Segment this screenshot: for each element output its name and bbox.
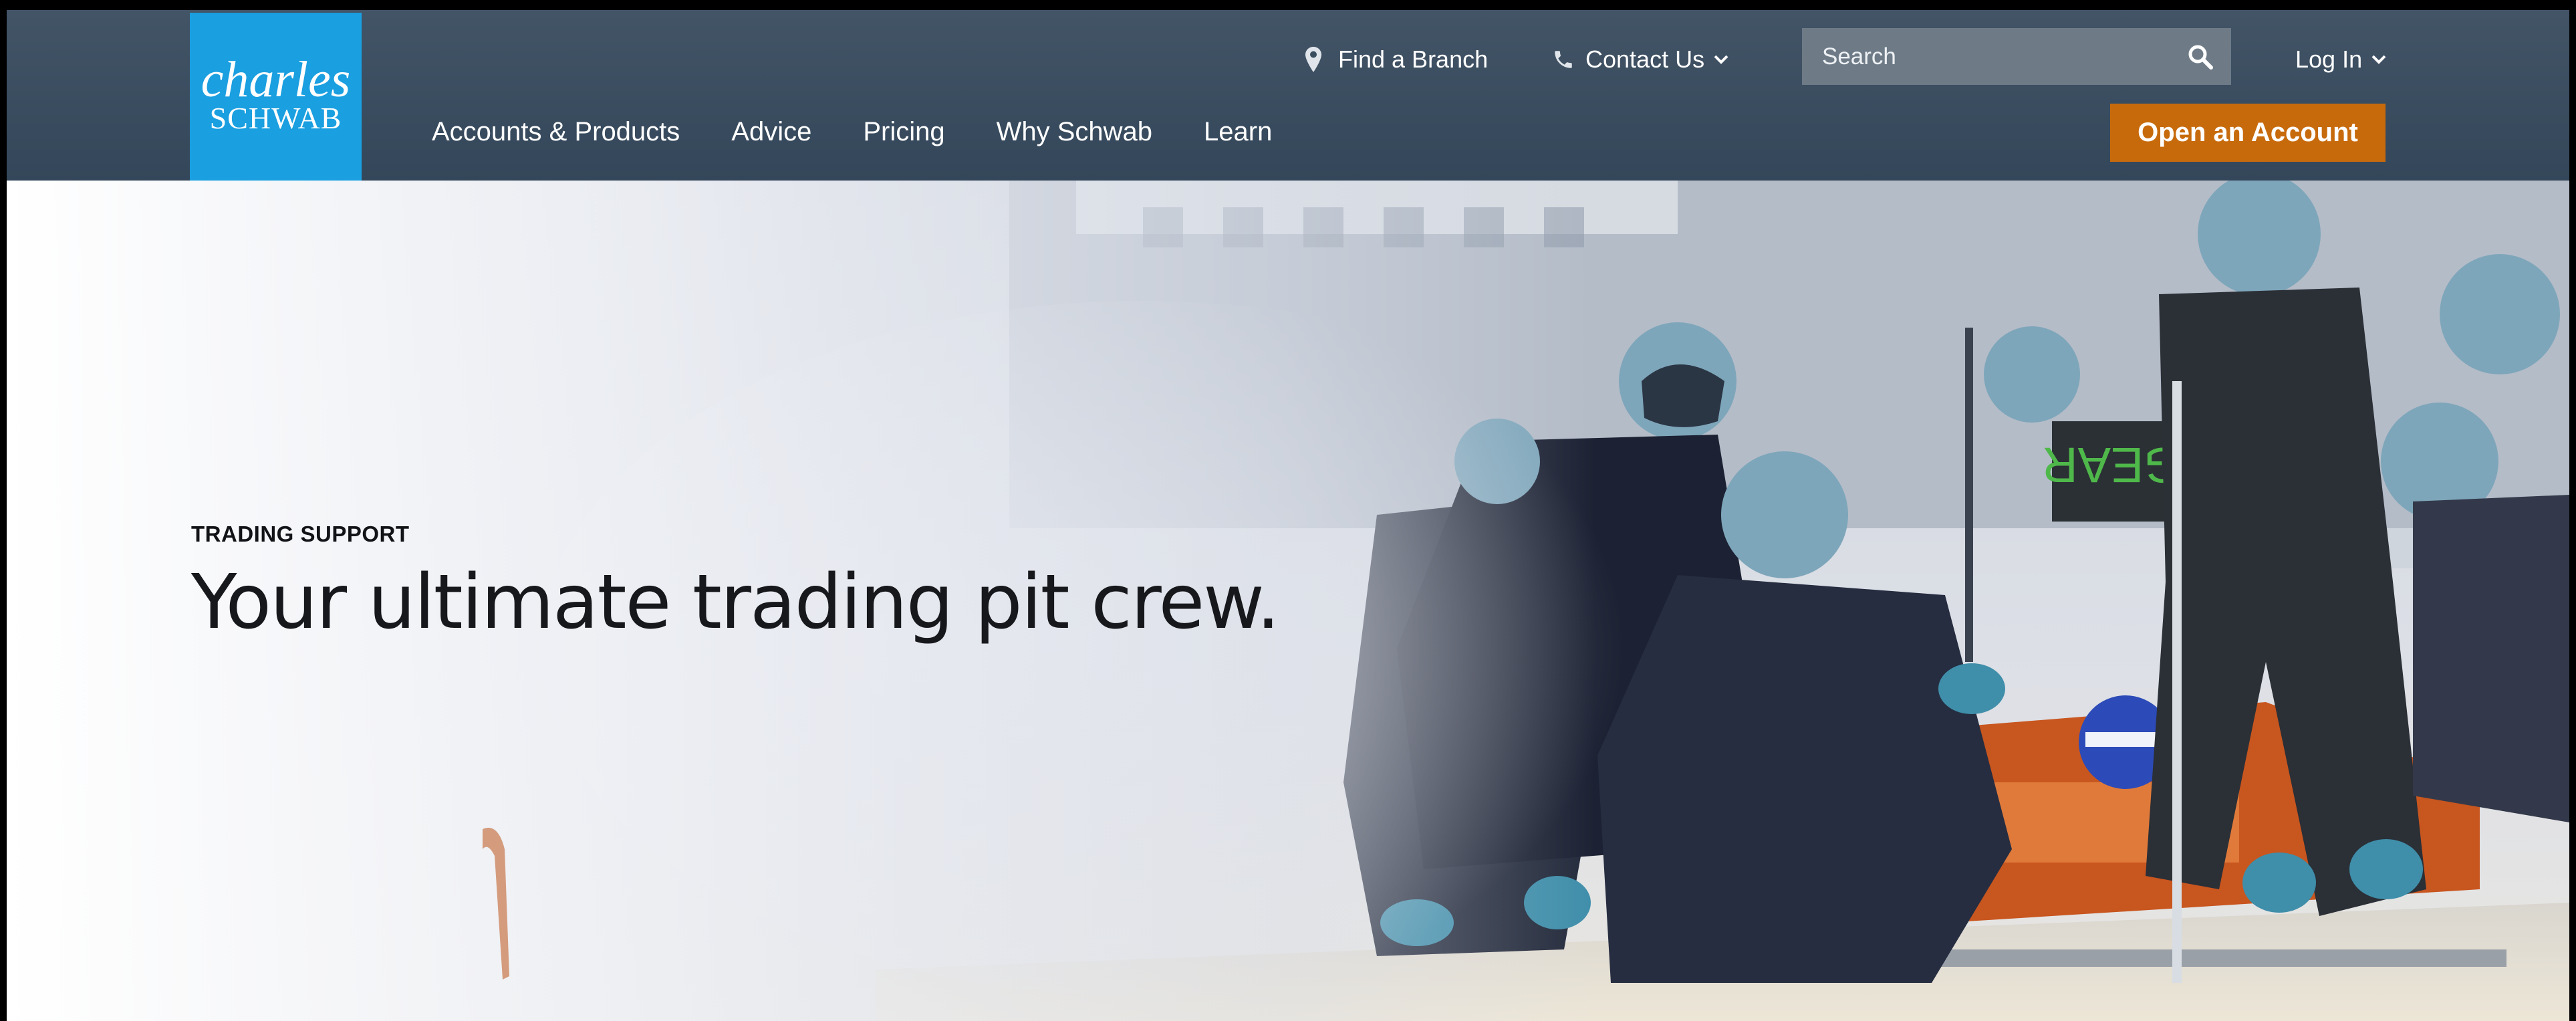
hero-headline: Your ultimate trading pit crew. xyxy=(191,559,1280,646)
chevron-down-icon xyxy=(1714,55,1728,64)
page-frame: charles SCHWAB Find a Branch Contact Us xyxy=(7,10,2569,1021)
find-a-branch-label: Find a Branch xyxy=(1338,45,1489,73)
map-pin-icon xyxy=(1305,47,1321,72)
main-nav: Accounts & Products Advice Pricing Why S… xyxy=(432,112,1323,152)
search-input[interactable] xyxy=(1821,42,2187,71)
logo-line-1: charles xyxy=(201,51,351,108)
search-icon[interactable] xyxy=(2187,43,2214,70)
open-an-account-button[interactable]: Open an Account xyxy=(2110,104,2386,162)
logo-line-2: SCHWAB xyxy=(209,100,342,135)
nav-learn[interactable]: Learn xyxy=(1204,117,1272,147)
nav-advice[interactable]: Advice xyxy=(731,117,811,147)
contact-us-menu[interactable]: Contact Us xyxy=(1552,39,1728,80)
contact-us-label: Contact Us xyxy=(1585,45,1705,73)
nav-accounts-products[interactable]: Accounts & Products xyxy=(432,117,680,147)
chevron-down-icon xyxy=(2371,55,2386,64)
phone-icon xyxy=(1555,51,1572,68)
hero-banner: GEAR TRADING SUPPORT Your ultimate tr xyxy=(7,181,2569,1021)
hero-eyebrow: TRADING SUPPORT xyxy=(191,522,410,546)
nav-pricing[interactable]: Pricing xyxy=(863,117,944,147)
nav-why-schwab[interactable]: Why Schwab xyxy=(997,117,1152,147)
charles-schwab-logo[interactable]: charles SCHWAB xyxy=(190,13,362,181)
find-a-branch-link[interactable]: Find a Branch xyxy=(1305,39,1488,80)
hero-text-block: TRADING SUPPORT Your ultimate trading pi… xyxy=(191,522,1280,646)
site-header: charles SCHWAB Find a Branch Contact Us xyxy=(7,10,2569,181)
log-in-menu[interactable]: Log In xyxy=(2295,39,2386,80)
search-box xyxy=(1802,28,2231,85)
log-in-label: Log In xyxy=(2295,45,2363,73)
